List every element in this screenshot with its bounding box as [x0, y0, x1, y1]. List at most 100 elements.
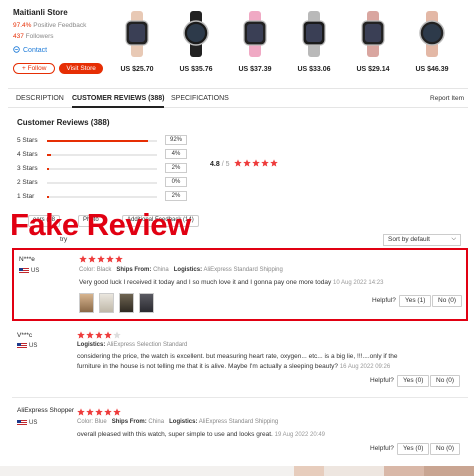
tab-description[interactable]: DESCRIPTION	[16, 95, 64, 102]
rating-row[interactable]: 3 Stars 2%	[17, 163, 187, 177]
reviewer-country: US	[19, 268, 39, 274]
product-card[interactable]: US $29.14	[346, 8, 400, 73]
reviewer-name: N***e	[19, 256, 35, 263]
us-flag-icon	[17, 420, 27, 426]
rating-row[interactable]: 5 Stars 92%	[17, 135, 187, 149]
review-text: considering the price, the watch is exce…	[77, 353, 397, 360]
rating-row[interactable]: 4 Stars 4%	[17, 149, 187, 163]
star-filled-icon	[95, 408, 103, 416]
cropped-image-strip	[0, 466, 474, 476]
helpful-no-button[interactable]: No (0)	[430, 375, 461, 387]
product-card[interactable]: US $46.39	[405, 8, 459, 73]
contact-label: Contact	[23, 47, 48, 54]
rating-row-label: 5 Stars	[17, 137, 38, 144]
follow-button[interactable]: + Follow	[13, 63, 56, 74]
tab-specifications[interactable]: SPECIFICATIONS	[171, 95, 229, 102]
helpful-no-button[interactable]: No (0)	[432, 295, 463, 307]
star-filled-icon	[95, 331, 103, 339]
sort-dropdown[interactable]: Sort by default ⌵	[383, 234, 461, 246]
star-filled-icon	[106, 255, 114, 263]
review-meta: Logistics: AliExpress Selection Standard	[77, 342, 187, 348]
report-item-link[interactable]: Report Item	[430, 95, 464, 102]
visit-store-button[interactable]: Visit Store	[59, 63, 103, 74]
rating-row-fill	[47, 140, 149, 142]
star-empty-icon	[113, 331, 121, 339]
followers-label: Followers	[25, 33, 54, 40]
country-code: US	[29, 420, 38, 426]
review-body-cont: furniture in the house is not telling me…	[77, 363, 339, 370]
tab-bar: DESCRIPTION CUSTOMER REVIEWS (388) SPECI…	[8, 88, 468, 108]
contact-link[interactable]: Contact	[13, 46, 103, 55]
star-filled-icon	[88, 255, 96, 263]
customer-reviews-title: Customer Reviews (388)	[17, 118, 110, 127]
rating-row-bar	[47, 182, 157, 184]
helpful-yes-button[interactable]: Yes (0)	[397, 443, 430, 455]
review-photos	[79, 293, 154, 313]
rating-row-fill	[47, 196, 50, 198]
star-filled-icon	[234, 159, 242, 167]
review-body: Very good luck I received it today and I…	[79, 279, 332, 286]
rating-row-percent: 92%	[165, 135, 187, 145]
review-date: 19 Aug 2022 20:49	[274, 432, 326, 438]
review-meta: Color: Blue Ships From: China Logistics:…	[77, 419, 278, 425]
rating-row-fill	[47, 154, 52, 156]
review-text: Very good luck I received it today and I…	[79, 279, 383, 286]
fake-review-overlay-title: Fake Review	[10, 207, 191, 242]
review-item: V***c US Logistics: AliExpress Selection…	[12, 326, 468, 396]
sort-label: Sort by default	[388, 236, 430, 243]
rating-row-bar	[47, 168, 157, 170]
rating-row-percent: 2%	[165, 163, 187, 173]
store-name[interactable]: Maitianli Store	[13, 8, 103, 17]
store-info: Maitianli Store 97.4% Positive Feedback …	[13, 8, 103, 74]
helpful-yes-button[interactable]: Yes (1)	[399, 295, 432, 307]
star-filled-icon	[104, 331, 112, 339]
star-filled-icon	[86, 331, 94, 339]
star-filled-icon	[77, 408, 85, 416]
average-value: 4.8	[210, 161, 220, 168]
product-card[interactable]: US $33.06	[287, 8, 341, 73]
rating-row-percent: 0%	[165, 177, 187, 187]
average-out-of: / 5	[221, 161, 230, 168]
rating-row-percent: 4%	[165, 149, 187, 159]
watch-thumbnail	[405, 8, 459, 60]
product-card[interactable]: US $35.76	[169, 8, 223, 73]
ships-label: Ships From:	[111, 419, 147, 425]
product-price: US $33.06	[297, 66, 331, 73]
logistics-value: AliExpress Standard Shipping	[198, 419, 279, 425]
watch-thumbnail	[110, 8, 164, 60]
product-card[interactable]: US $37.39	[228, 8, 282, 73]
helpful-no-button[interactable]: No (0)	[430, 443, 461, 455]
helpful-yes-button[interactable]: Yes (0)	[397, 375, 430, 387]
review-photo[interactable]	[79, 293, 94, 313]
rating-row[interactable]: 2 Stars 0%	[17, 177, 187, 191]
review-item: AliExpress Shopper US Color: Blue Ships …	[12, 403, 468, 465]
ships-value: China	[153, 267, 169, 273]
reviewer-name: AliExpress Shopper	[17, 407, 75, 414]
country-code: US	[29, 343, 38, 349]
review-photo[interactable]	[99, 293, 114, 313]
feedback-value: 97.4%	[13, 22, 32, 29]
rating-row-bar	[47, 140, 157, 142]
helpful-label: Helpful?	[370, 445, 394, 452]
review-meta: Color: Black Ships From: China Logistics…	[79, 267, 283, 273]
reviewer-country: US	[17, 420, 37, 426]
rating-row-fill	[47, 168, 50, 170]
product-card[interactable]: US $25.70	[110, 8, 164, 73]
us-flag-icon	[17, 343, 27, 349]
rating-row[interactable]: 1 Star 2%	[17, 191, 187, 205]
tab-customer-reviews[interactable]: CUSTOMER REVIEWS (388)	[72, 95, 165, 108]
logistics-label: Logistics:	[173, 267, 203, 273]
review-photo[interactable]	[139, 293, 154, 313]
logistics-label: Logistics:	[169, 419, 198, 425]
review-photo[interactable]	[119, 293, 134, 313]
store-buttons: + Follow Visit Store	[13, 63, 103, 74]
rating-row-label: 1 Star	[17, 193, 35, 200]
star-filled-icon	[243, 159, 251, 167]
review-item: N***e US Color: Black Ships From: China …	[12, 248, 468, 321]
country-code: US	[31, 268, 40, 274]
star-filled-icon	[79, 255, 87, 263]
star-filled-icon	[113, 408, 121, 416]
review-stars	[77, 408, 121, 416]
average-stars	[234, 159, 278, 167]
rating-row-percent: 2%	[165, 191, 187, 201]
